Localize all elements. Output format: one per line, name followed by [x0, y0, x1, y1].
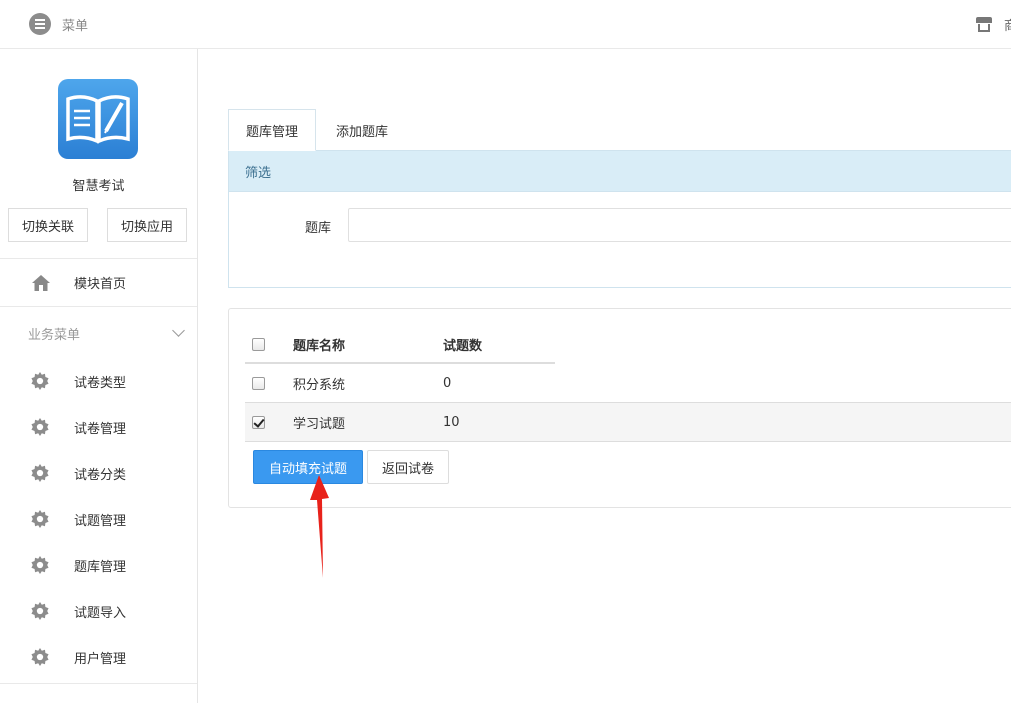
sidebar-item-question-import[interactable]: 试题导入 [0, 591, 197, 631]
question-count-cell: 10 [443, 414, 460, 430]
filter-panel-title: 筛选 [229, 151, 1011, 192]
column-header-name: 题库名称 [293, 339, 346, 354]
tab-bar: 题库管理 添加题库 [228, 109, 1011, 151]
bank-filter-label: 题库 [305, 221, 332, 236]
sidebar-item-paper-category[interactable]: 试卷分类 [0, 453, 197, 493]
sidebar-item-label: 试卷类型 [74, 375, 127, 391]
sidebar-item-question-manage[interactable]: 试题管理 [0, 499, 197, 539]
gear-icon [31, 418, 49, 436]
table-header: 题库名称 试题数 [245, 327, 555, 364]
sidebar-divider [0, 683, 197, 684]
gear-icon [31, 510, 49, 528]
sidebar-item-paper-manage[interactable]: 试卷管理 [0, 407, 197, 447]
gear-icon [31, 648, 49, 666]
sidebar-item-bank-manage[interactable]: 题库管理 [0, 545, 197, 585]
chevron-down-icon [172, 324, 185, 337]
app-name: 智慧考试 [72, 179, 125, 194]
business-menu-header[interactable]: 业务菜单 [0, 315, 197, 351]
row-checkbox[interactable] [252, 415, 265, 429]
table-row[interactable]: 学习试题 10 [245, 403, 1011, 442]
sidebar-item-paper-type[interactable]: 试卷类型 [0, 361, 197, 401]
gear-icon [31, 602, 49, 620]
book-pen-logo [58, 79, 138, 159]
bank-list-panel: 题库名称 试题数 积分系统 0 学习试题 10 自动填充试题 返回试卷 [228, 308, 1011, 508]
sidebar-item-label: 试卷分类 [74, 467, 127, 483]
filter-panel: 筛选 题库 [228, 150, 1011, 288]
home-icon [32, 275, 50, 291]
row-checkbox[interactable] [252, 376, 265, 390]
store-link-label: 商 [1004, 19, 1011, 34]
list-icon [29, 13, 51, 35]
bank-name-cell: 积分系统 [293, 377, 346, 393]
tab-bank-manage[interactable]: 题库管理 [228, 109, 316, 151]
sidebar: 智慧考试 切换关联 切换应用 模块首页 业务菜单 试卷类型 试卷管理 试卷分类 … [0, 49, 198, 703]
menu-label: 菜单 [62, 18, 89, 34]
business-menu-title: 业务菜单 [28, 327, 81, 343]
annotation-arrow-icon [310, 475, 329, 578]
sidebar-item-label: 用户管理 [74, 651, 127, 667]
menu-toggle-button[interactable]: 菜单 [29, 13, 88, 35]
table-row[interactable]: 积分系统 0 [245, 364, 1011, 403]
question-count-cell: 0 [443, 375, 452, 391]
sidebar-item-label: 试卷管理 [74, 421, 127, 437]
select-all-checkbox[interactable] [252, 338, 265, 351]
sidebar-item-label: 试题导入 [74, 605, 127, 621]
store-icon [976, 17, 992, 32]
sidebar-item-label: 题库管理 [74, 559, 127, 575]
bank-filter-input[interactable] [348, 208, 1011, 242]
sidebar-item-label: 模块首页 [74, 277, 127, 292]
switch-link-button[interactable]: 切换关联 [8, 208, 88, 242]
column-header-count: 试题数 [443, 339, 483, 354]
sidebar-item-home[interactable]: 模块首页 [0, 258, 197, 307]
gear-icon [31, 372, 49, 390]
gear-icon [31, 464, 49, 482]
gear-icon [31, 556, 49, 574]
store-link[interactable]: 商 [976, 15, 1011, 34]
sidebar-item-user-manage[interactable]: 用户管理 [0, 637, 197, 677]
switch-app-button[interactable]: 切换应用 [107, 208, 187, 242]
bank-name-cell: 学习试题 [293, 416, 346, 432]
tab-add-bank[interactable]: 添加题库 [316, 109, 408, 151]
top-bar: 菜单 商 [0, 0, 1011, 49]
sidebar-item-label: 试题管理 [74, 513, 127, 529]
back-to-paper-button[interactable]: 返回试卷 [367, 450, 449, 484]
